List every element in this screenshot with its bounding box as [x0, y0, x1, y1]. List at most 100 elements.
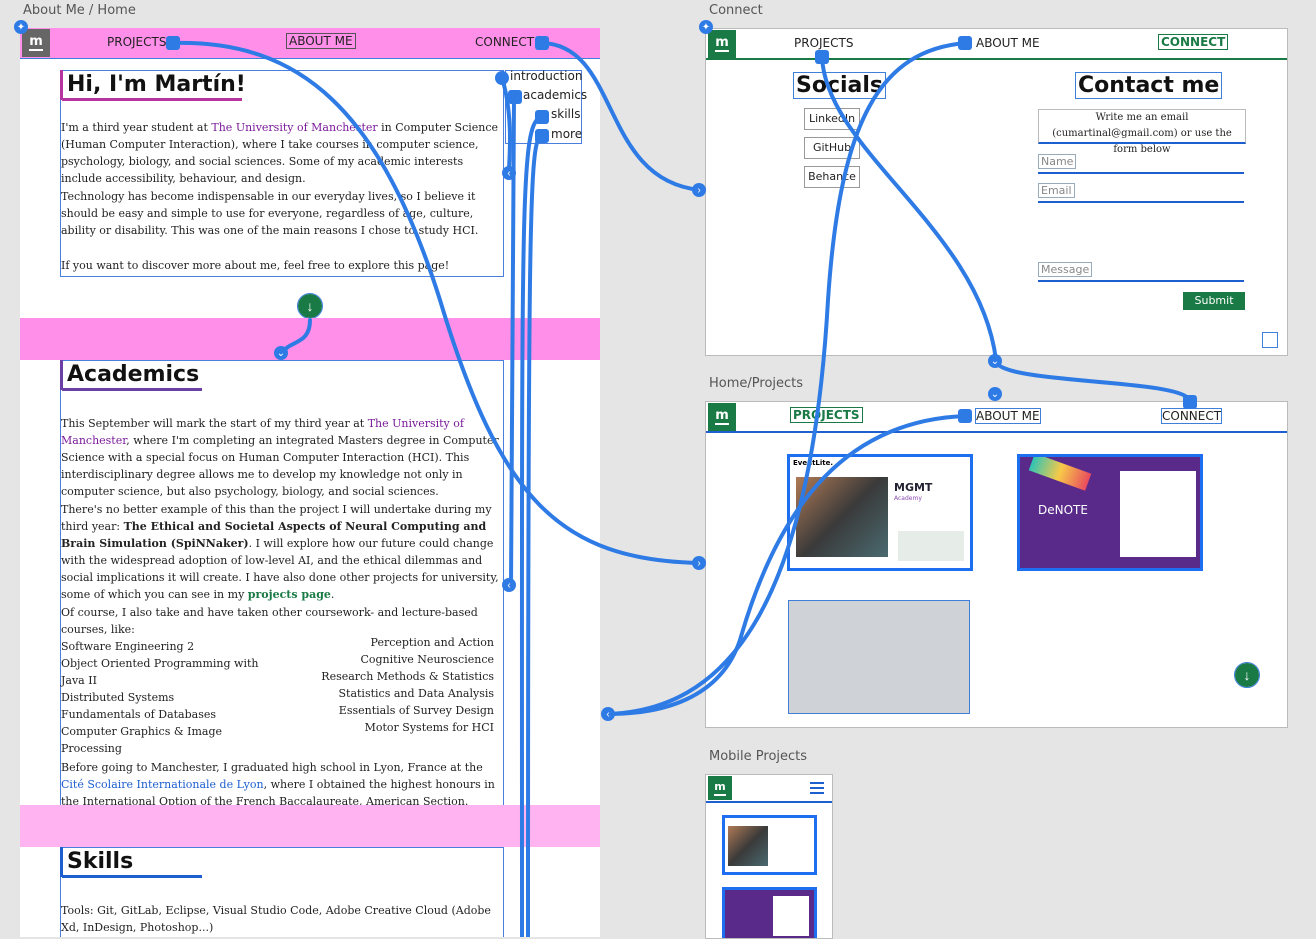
courses-right: Perception and Action Cognitive Neurosci… [290, 634, 494, 736]
nav-projects[interactable]: PROJECTS [107, 35, 166, 49]
section-divider-2 [20, 805, 600, 847]
uom-link[interactable]: The University of Manchester [211, 121, 377, 134]
header-rule [706, 431, 1287, 433]
portrait-image [796, 477, 888, 557]
wire-handle-connect[interactable] [535, 36, 549, 50]
hamburger-icon[interactable] [810, 782, 824, 794]
academics-bar [60, 360, 63, 390]
artboard-mobile[interactable]: m [705, 774, 833, 939]
denote-title: DeNOTE [1038, 503, 1088, 517]
mobile-thumb-denote[interactable] [722, 887, 817, 938]
projects-target-icon-2[interactable]: ⌄ [988, 387, 1002, 401]
denote-screen [773, 896, 809, 936]
header-rule [706, 58, 1287, 60]
nav-about-me[interactable]: ABOUT ME [286, 33, 356, 49]
message-field[interactable]: Message [1038, 262, 1244, 282]
title-bar [60, 70, 63, 100]
academics-paragraph-2: There's no better example of this than t… [61, 503, 499, 601]
nav-connect[interactable]: CONNECT [1157, 34, 1229, 50]
academics-title: Academics [67, 362, 200, 387]
wire-handle-projects-2[interactable] [815, 50, 829, 64]
project-thumb-placeholder[interactable] [788, 600, 970, 714]
email-field[interactable]: Email [1038, 183, 1244, 203]
connect-arrow-icon[interactable]: › [692, 183, 706, 197]
intro-paragraph-1: I'm a third year student at The Universi… [61, 121, 499, 185]
side-nav-academics[interactable]: academics [523, 88, 587, 102]
linkedin-button[interactable]: LinkedIn [804, 108, 860, 130]
projects-page-link[interactable]: projects page [248, 588, 331, 601]
wire-handle-projects[interactable] [166, 36, 180, 50]
csi-lyon-link[interactable]: Cité Scolaire Internationale de Lyon [61, 778, 264, 791]
scroll-down-button[interactable]: ↓ [1234, 662, 1260, 688]
nav-about-me[interactable]: ABOUT ME [976, 36, 1040, 50]
home-pin-icon[interactable]: ✦ [14, 20, 28, 34]
mgmt-title: MGMT [894, 481, 933, 494]
side-nav-introduction[interactable]: introduction [510, 69, 582, 83]
resize-handle[interactable] [1262, 332, 1278, 348]
side-nav-more[interactable]: more [551, 127, 582, 141]
wire-handle-academics[interactable] [508, 90, 522, 104]
portrait-image [728, 826, 768, 866]
projects-target-icon[interactable]: ⌄ [988, 354, 1002, 368]
nav-connect[interactable]: CONNECT [1160, 408, 1223, 424]
pencil-image [1028, 457, 1092, 491]
artboard-label-mobile[interactable]: Mobile Projects [709, 749, 807, 764]
projects-arrow-icon[interactable]: › [692, 556, 706, 570]
behance-button[interactable]: Behance [804, 166, 860, 188]
github-button[interactable]: GitHub [804, 137, 860, 159]
intro-arrow-icon[interactable]: ‹ [502, 166, 516, 180]
nav-projects[interactable]: PROJECTS [794, 36, 853, 50]
course-item: Essentials of Survey Design [338, 704, 494, 717]
project-thumb-mgmt[interactable]: EventLite. MGMT Academy [787, 454, 973, 571]
skills-paragraph: Tools: Git, GitLab, Eclipse, Visual Stud… [61, 904, 491, 934]
scroll-down-button[interactable]: ↓ [297, 293, 323, 319]
logo[interactable]: m [708, 403, 736, 431]
wire-projects-connect [994, 359, 1192, 404]
artboard-label-home[interactable]: About Me / Home [23, 3, 136, 18]
title-underline [62, 98, 242, 101]
hamburger-mid [810, 787, 824, 789]
mgmt-sub: Academy [894, 495, 922, 502]
skills-title: Skills [67, 849, 134, 874]
course-item: Distributed Systems [61, 691, 175, 704]
nav-projects[interactable]: PROJECTS [790, 407, 863, 423]
artboard-label-projects[interactable]: Home/Projects [709, 376, 803, 391]
connect-pin-icon[interactable]: ✦ [699, 20, 713, 34]
header-rule [706, 801, 832, 803]
contact-text: Write me an email (cumartinal@gmail.com)… [1038, 109, 1246, 155]
logo[interactable]: m [708, 776, 732, 800]
wire-handle-skills[interactable] [535, 110, 549, 124]
artboard-label-connect[interactable]: Connect [709, 3, 763, 18]
nav-connect[interactable]: CONNECT [475, 35, 534, 49]
submit-button[interactable]: Submit [1183, 292, 1245, 310]
home-arrow-icon[interactable]: ‹ [601, 707, 615, 721]
course-item: Fundamentals of Databases [61, 708, 217, 721]
side-nav-skills[interactable]: skills [551, 107, 580, 121]
contact-title: Contact me [1074, 72, 1223, 99]
skills-underline [62, 875, 202, 878]
nav-about-me[interactable]: ABOUT ME [975, 408, 1041, 424]
course-item: Cognitive Neuroscience [360, 653, 494, 666]
mobile-thumb-mgmt[interactable] [722, 815, 817, 875]
academics-arrow-icon[interactable]: ‹ [502, 578, 516, 592]
scroll-target-icon[interactable]: ⌄ [274, 346, 288, 360]
section-divider-1 [20, 318, 600, 360]
wire-handle-more[interactable] [535, 129, 549, 143]
wire-handle-connect-2[interactable] [1183, 395, 1197, 409]
artboard-projects[interactable]: m PROJECTS ABOUT ME CONNECT EventLite. M… [705, 401, 1288, 728]
course-item: Research Methods & Statistics [321, 670, 494, 683]
artboard-home[interactable]: m PROJECTS ABOUT ME CONNECT Hi, I'm Mart… [20, 28, 600, 937]
socials-title: Socials [792, 72, 887, 99]
course-item: Computer Graphics & Image Processing [61, 725, 223, 755]
logo[interactable]: m [22, 29, 50, 57]
course-item: Statistics and Data Analysis [338, 687, 495, 700]
project-thumb-denote[interactable]: DeNOTE [1017, 454, 1203, 571]
course-item: Perception and Action [370, 636, 494, 649]
name-field[interactable]: Name [1038, 154, 1244, 174]
wire-handle-about[interactable] [958, 36, 972, 50]
wire-handle-introduction[interactable] [495, 71, 509, 85]
course-item: Motor Systems for HCI [364, 721, 494, 734]
wire-handle-about-2[interactable] [958, 409, 972, 423]
artboard-connect[interactable]: m PROJECTS ABOUT ME CONNECT Socials Link… [705, 28, 1288, 356]
logo[interactable]: m [708, 30, 736, 58]
